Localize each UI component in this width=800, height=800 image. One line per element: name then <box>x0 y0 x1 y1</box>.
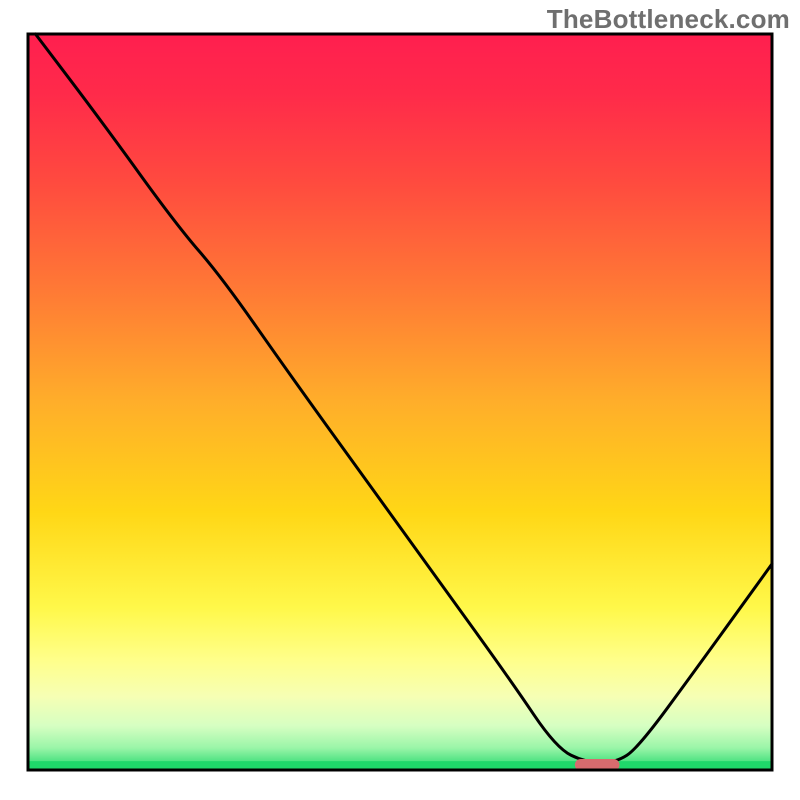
watermark-label: TheBottleneck.com <box>547 4 790 35</box>
chart-stage: TheBottleneck.com <box>0 0 800 800</box>
chart-svg <box>0 0 800 800</box>
gradient-panel <box>28 34 772 770</box>
